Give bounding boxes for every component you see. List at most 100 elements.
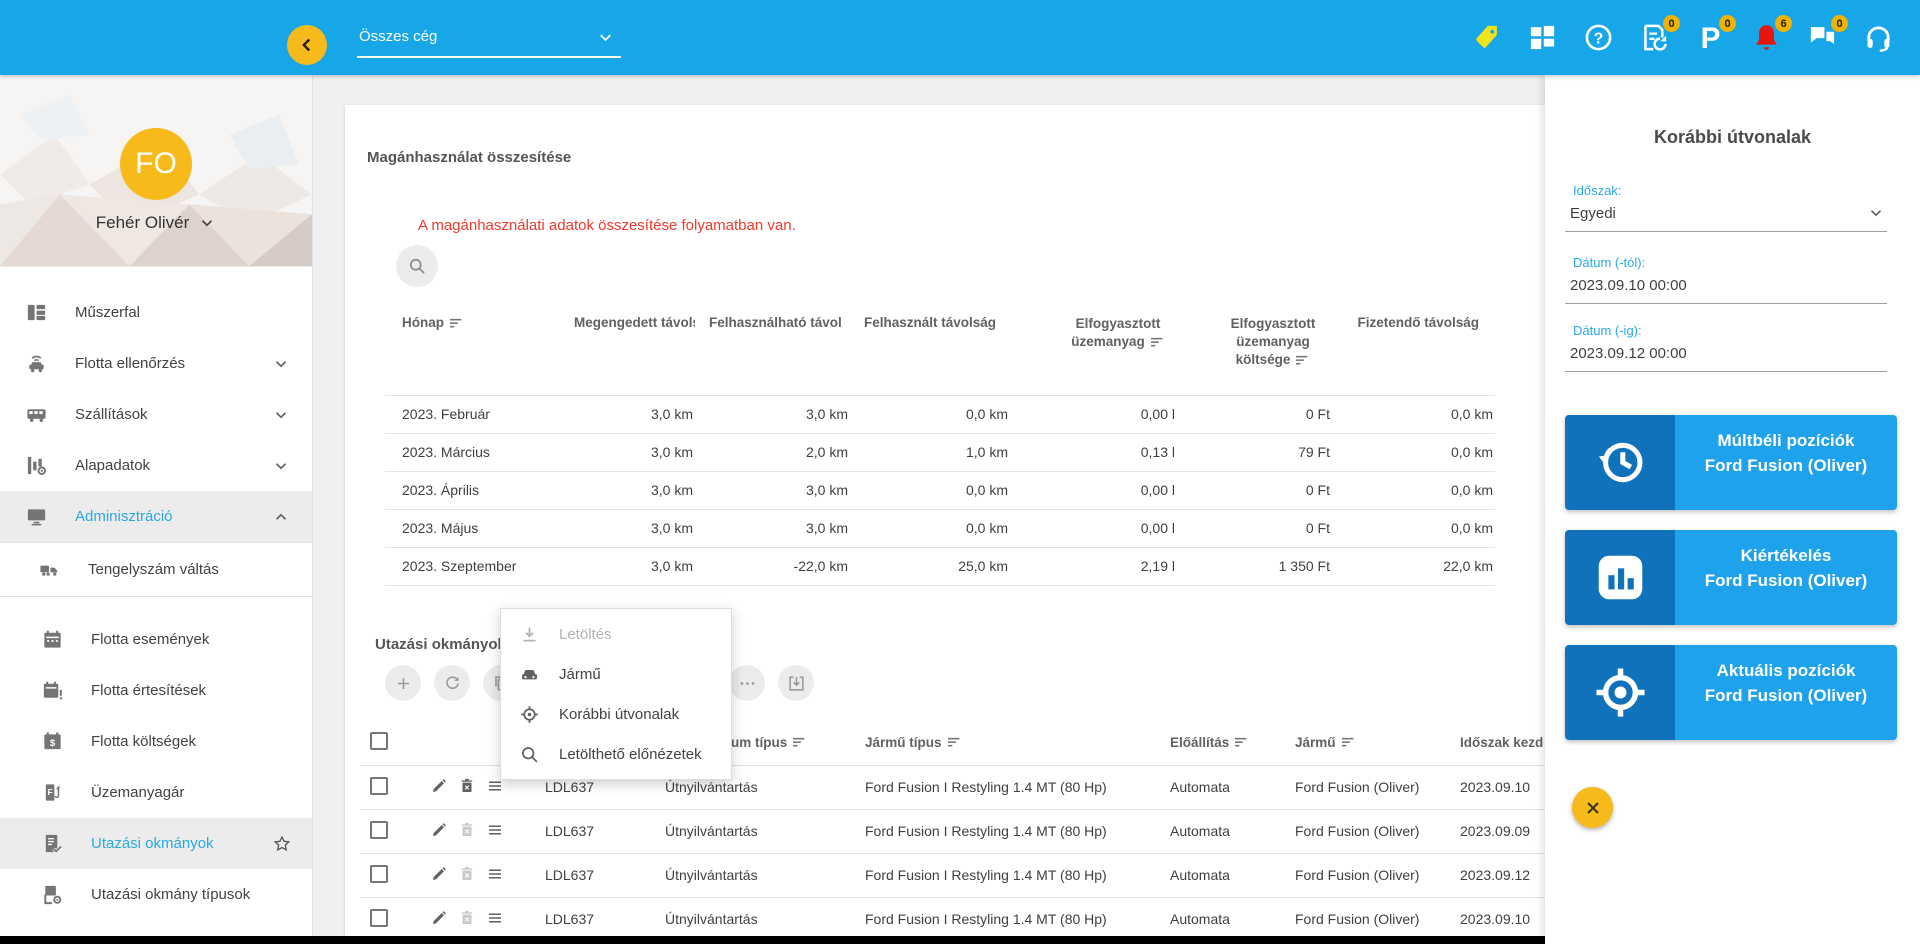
row-menu-icon[interactable] — [486, 821, 504, 839]
menu-item-letoltes[interactable]: Letöltés — [501, 614, 731, 654]
row-checkbox[interactable] — [370, 908, 388, 927]
parking-icon[interactable]: P0 — [1695, 15, 1736, 55]
sidebar-item-flotta-koltsegek[interactable]: $ Flotta költségek — [0, 716, 312, 767]
svg-text:F: F — [47, 787, 52, 797]
chat-icon[interactable]: 0 — [1807, 15, 1848, 53]
sidebar-item-label: Flotta események — [91, 631, 210, 648]
delete-trash-icon[interactable] — [458, 777, 476, 795]
sort-icon[interactable] — [1341, 736, 1356, 747]
ellipsis-icon — [738, 674, 757, 693]
select-all-checkbox[interactable] — [370, 731, 388, 750]
close-panel-button[interactable] — [1572, 787, 1613, 828]
sidebar-item-uzemanyagar[interactable]: F Üzemanyagár — [0, 767, 312, 818]
calendar-cost-icon: $ — [41, 730, 64, 753]
sidebar-item-szallitasok[interactable]: Szállítások — [0, 389, 312, 440]
column-header: Fizetendő távolság — [1357, 315, 1479, 330]
table-cell: 2023. Április — [385, 471, 560, 510]
sidebar-item-alapadatok[interactable]: Alapadatok — [0, 440, 312, 491]
table-cell: 0,00 l — [1010, 471, 1177, 510]
sidebar-item-flotta-esemenyek[interactable]: Flotta események — [0, 614, 312, 665]
help-icon[interactable]: ? — [1583, 22, 1614, 53]
field-datum-ig: Dátum (-ig): 2023.09.12 00:00 — [1565, 323, 1887, 372]
aktualis-poziciok-button[interactable]: Aktuális pozíciók Ford Fusion (Oliver) — [1565, 645, 1897, 740]
column-header[interactable]: Hónap — [402, 315, 444, 330]
sidebar-item-label: Utazási okmány típusok — [91, 886, 251, 903]
badge: 0 — [1831, 15, 1848, 32]
document-refresh-icon[interactable]: 0 — [1639, 15, 1680, 53]
tag-icon[interactable] — [1471, 22, 1502, 53]
field-value[interactable]: 2023.09.12 00:00 — [1565, 338, 1887, 372]
sidebar-menu: Műszerfal Flotta ellenőrzés Szállítások Ala… — [0, 287, 312, 920]
user-profile[interactable]: FO Fehér Olivér — [0, 75, 312, 267]
sidebar-item-tengelyszam-valtas[interactable]: Tengelyszám váltás — [0, 542, 312, 597]
private-use-title: Magánhasználat összesítése — [367, 149, 572, 166]
button-icon-area — [1565, 645, 1675, 740]
button-label: Múltbéli pozíciók Ford Fusion (Oliver) — [1675, 415, 1897, 510]
column-header: Időszak kezd — [1460, 734, 1544, 750]
document-type: Útnyilvántartás — [655, 897, 855, 942]
table-row: 2023. Április 3,0 km 3,0 km 0,0 km 0,00 l0 F… — [385, 471, 1495, 510]
menu-item-korabbi-utvonalak[interactable]: Korábbi útvonalak — [501, 694, 731, 734]
sort-icon[interactable] — [1150, 334, 1165, 346]
delete-trash-icon[interactable] — [458, 865, 476, 883]
sort-icon[interactable] — [1235, 736, 1249, 747]
field-value[interactable]: 2023.09.10 00:00 — [1565, 270, 1887, 304]
avatar[interactable]: FO — [120, 128, 192, 200]
sort-icon[interactable] — [450, 316, 464, 327]
sidebar-item-adminisztracio[interactable]: Adminisztráció — [0, 491, 312, 542]
star-icon[interactable] — [272, 834, 292, 854]
field-value[interactable]: Egyedi — [1565, 198, 1887, 232]
back-button[interactable] — [287, 25, 327, 65]
chevron-up-icon — [272, 508, 290, 526]
delete-trash-icon[interactable] — [458, 909, 476, 927]
menu-item-letoltheto-elonezetek[interactable]: Letölthető előnézetek — [501, 734, 731, 774]
context-menu: Letöltés Jármű Korábbi útvonalak Letölthető… — [500, 608, 732, 780]
row-menu-icon[interactable] — [486, 909, 504, 927]
download-button[interactable] — [778, 665, 814, 701]
menu-item-jarmu[interactable]: Jármű — [501, 654, 731, 694]
table-row: LDL637 Útnyilvántartás Ford Fusion I Resty… — [360, 897, 1550, 942]
sidebar-item-utazasi-okmanyok[interactable]: Utazási okmányok — [0, 818, 312, 869]
delete-trash-icon[interactable] — [458, 821, 476, 839]
row-checkbox[interactable] — [370, 820, 388, 839]
edit-pencil-icon[interactable] — [430, 777, 448, 795]
column-header[interactable]: Jármű — [1295, 735, 1336, 750]
user-name[interactable]: Fehér Olivér — [0, 213, 312, 233]
column-header[interactable]: Elfogyasztott üzemanyag — [1071, 316, 1160, 349]
more-button[interactable] — [729, 665, 765, 701]
fleet-car-icon — [25, 352, 48, 375]
grid-icon[interactable] — [1527, 22, 1558, 53]
edit-pencil-icon[interactable] — [430, 909, 448, 927]
column-header[interactable]: Jármű típus — [865, 735, 942, 750]
period-start: 2023.09.12 — [1450, 853, 1550, 898]
add-button[interactable] — [385, 665, 421, 701]
table-cell: 79 Ft — [1177, 433, 1332, 472]
sidebar-item-flotta-ellenorzes[interactable]: Flotta ellenőrzés — [0, 338, 312, 389]
sidebar-item-muszerfal[interactable]: Műszerfal — [0, 287, 312, 338]
svg-text:P: P — [1701, 22, 1721, 53]
company-select[interactable]: Összes cég — [357, 28, 621, 58]
field-label: Dátum (-ig): — [1573, 323, 1642, 338]
sort-icon[interactable] — [793, 736, 807, 747]
table-cell: 3,0 km — [560, 471, 695, 510]
row-menu-icon[interactable] — [486, 865, 504, 883]
refresh-button[interactable] — [434, 665, 470, 701]
sort-icon[interactable] — [947, 736, 962, 747]
sidebar-item-flotta-ertesitesek[interactable]: Flotta értesítések — [0, 665, 312, 716]
row-checkbox[interactable] — [370, 776, 388, 795]
multbeli-poziciok-button[interactable]: Múltbéli pozíciók Ford Fusion (Oliver) — [1565, 415, 1897, 510]
column-header[interactable]: Előállítás — [1170, 735, 1229, 750]
search-button[interactable] — [396, 245, 438, 287]
edit-pencil-icon[interactable] — [430, 865, 448, 883]
crosshair-icon — [1593, 665, 1648, 720]
sort-icon[interactable] — [1296, 352, 1310, 364]
headset-icon[interactable] — [1863, 22, 1894, 53]
bell-icon[interactable]: 6 — [1751, 15, 1792, 53]
kiertekeles-button[interactable]: Kiértékelés Ford Fusion (Oliver) — [1565, 530, 1897, 625]
row-checkbox[interactable] — [370, 864, 388, 883]
sidebar-item-utazasi-okmany-tipusok[interactable]: Utazási okmány típusok — [0, 869, 312, 920]
vehicle: Ford Fusion (Oliver) — [1285, 809, 1450, 854]
edit-pencil-icon[interactable] — [430, 821, 448, 839]
column-header: Felhasznált távolság — [864, 315, 997, 330]
field-datum-tol: Dátum (-tól): 2023.09.10 00:00 — [1565, 255, 1887, 304]
